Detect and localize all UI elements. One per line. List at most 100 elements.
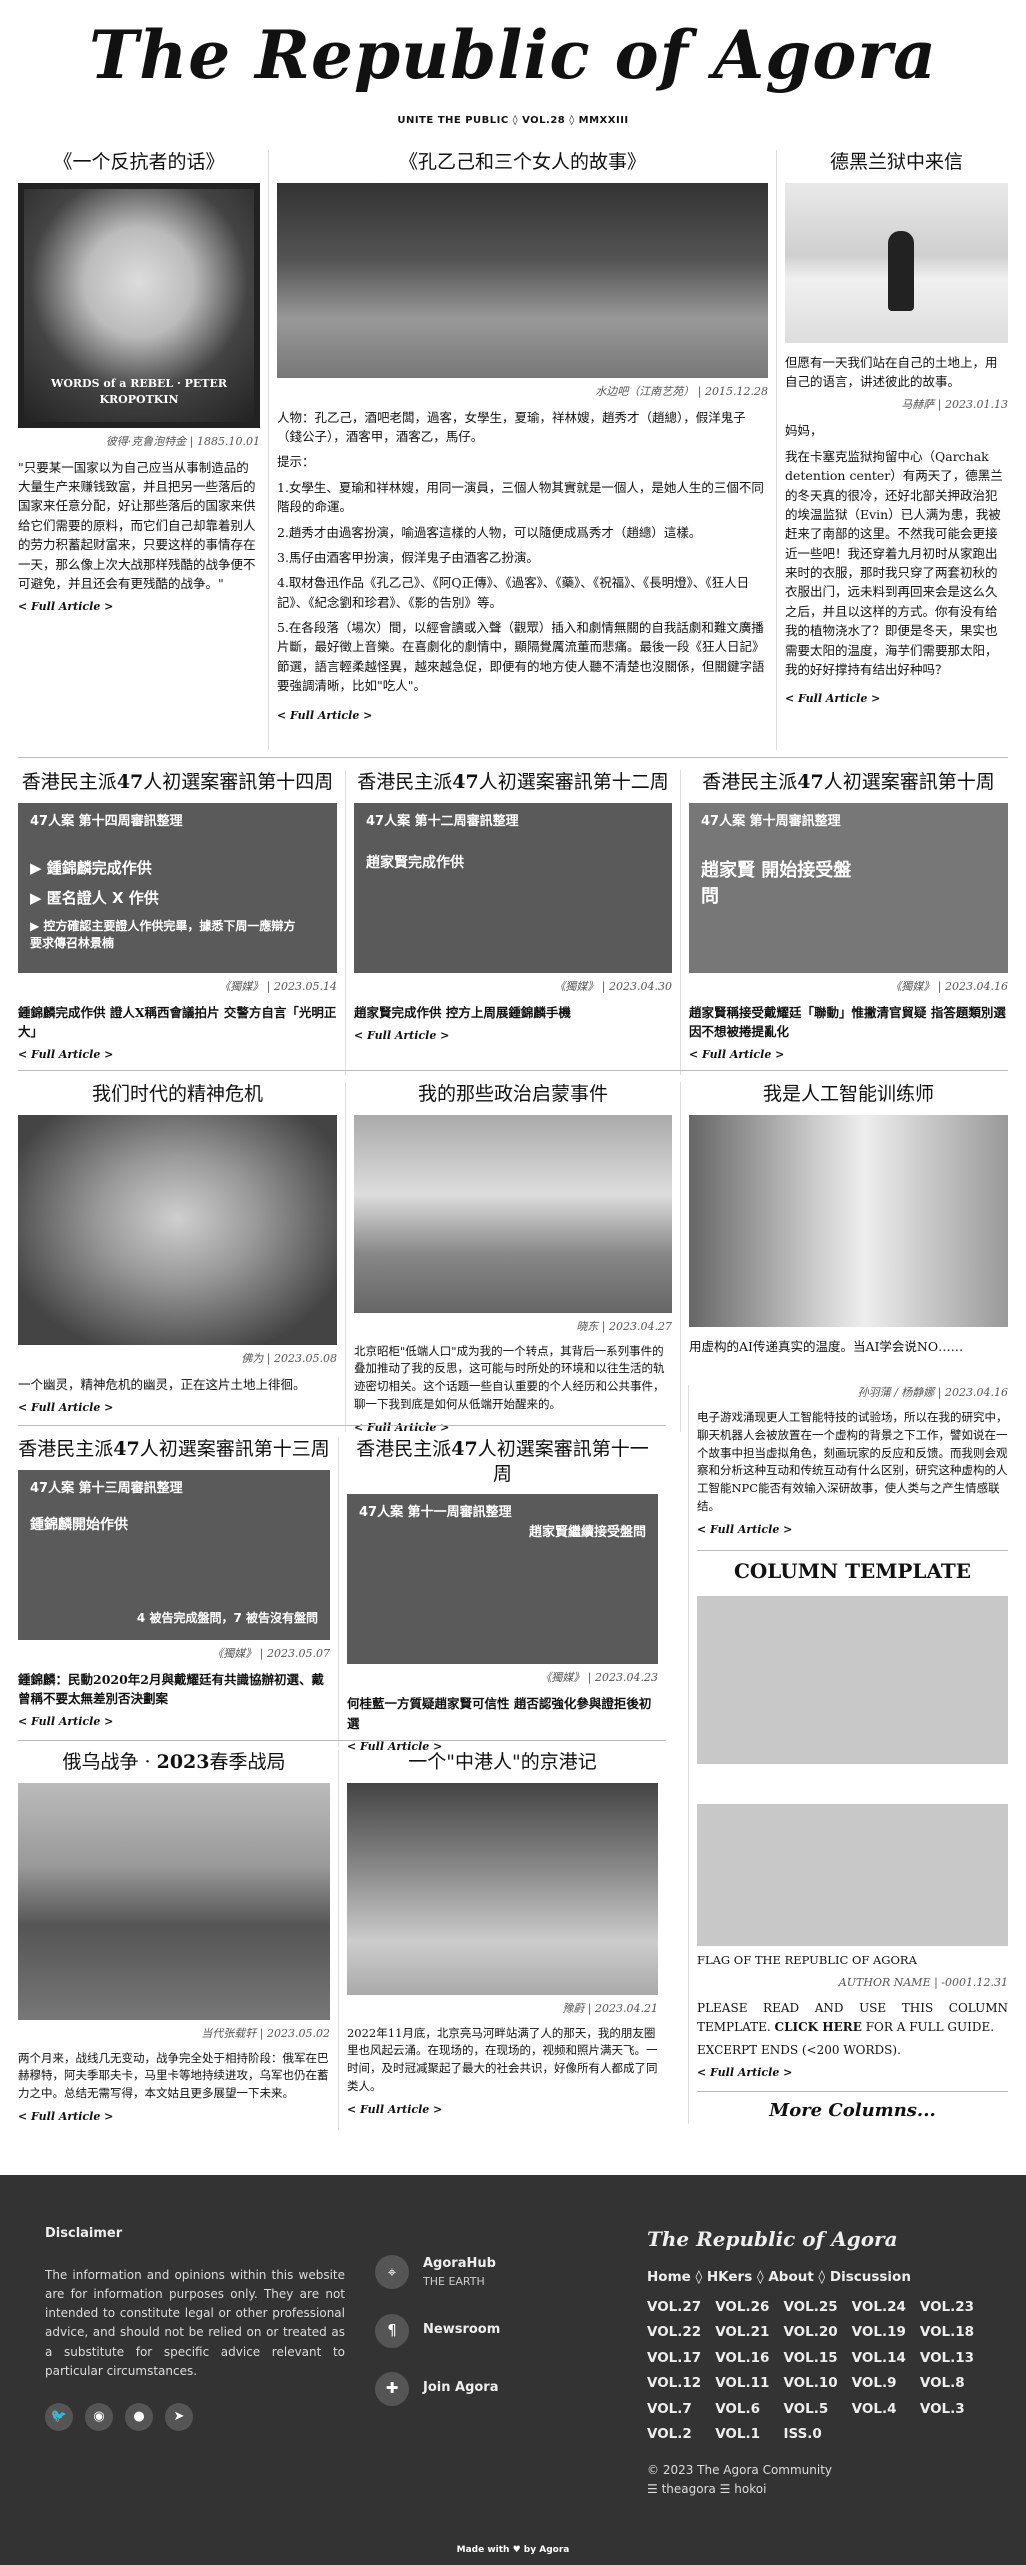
animals-illustration[interactable]: [354, 1114, 672, 1313]
volume-link[interactable]: ISS.0: [783, 2425, 837, 2445]
volume-link[interactable]: VOL.26: [715, 2298, 769, 2318]
nav-hkers[interactable]: HKers: [707, 2269, 752, 2285]
volume-link[interactable]: VOL.13: [920, 2349, 974, 2369]
puzzle-icon: ✚: [375, 2371, 409, 2406]
row-3: 我们时代的精神危机 佛为 | 2023.05.08 一个幽灵，精神危机的幽灵，正…: [10, 1082, 1016, 1434]
article-paragraph: 人物：孔乙己，酒吧老闆，過客，女學生，夏瑜，祥林嫂，趙秀才（趙總），假洋鬼子（錢…: [277, 409, 746, 444]
nav-about[interactable]: About: [768, 2269, 813, 2285]
github-icon[interactable]: ◉: [85, 2402, 113, 2431]
article-title[interactable]: 我们时代的精神危机: [18, 1082, 337, 1107]
volume-link[interactable]: VOL.12: [647, 2374, 701, 2394]
article-title[interactable]: 德黑兰狱中来信: [785, 150, 1008, 175]
article-paragraph: 5.在各段落（場次）間，以經會讀或入聲（觀眾）插入和劇情無關的自我話劇和難文廣播…: [277, 620, 765, 694]
join-agora-link[interactable]: ✚ Join Agora: [375, 2371, 595, 2406]
full-article-link[interactable]: < Full Article >: [689, 1047, 784, 1063]
slide-image[interactable]: 47人案 第十一周審訊整理 趙家賢繼續接受盤問: [346, 1494, 658, 1665]
slide-image[interactable]: 47人案 第十三周審訊整理 鍾錦麟開始作供 4 被告完成盤問，7 被告沒有盤問: [18, 1469, 330, 1640]
article-title[interactable]: 《一个反抗者的话》: [18, 150, 260, 175]
article-47-week11: 香港民主派47人初選案審訊第十一周 47人案 第十一周審訊整理 趙家賢繼續接受盤…: [337, 1437, 666, 1753]
volume-link[interactable]: VOL.19: [852, 2323, 906, 2343]
volume-link[interactable]: VOL.6: [715, 2400, 769, 2420]
volume-link[interactable]: VOL.9: [852, 2374, 906, 2394]
hall-photo[interactable]: [346, 1782, 658, 1995]
full-article-link[interactable]: < Full Article >: [785, 691, 880, 707]
article-title[interactable]: 《孔乙己和三个女人的故事》: [277, 150, 768, 175]
slide-image[interactable]: 47人案 第十周審訊整理 趙家賢 開始接受盤問: [689, 802, 1008, 973]
full-article-link[interactable]: < Full Article >: [18, 2109, 113, 2125]
article-paragraph: 2.趙秀才由過客扮演，喻過客這樣的人物，可以隨便成爲秀才（趙總）這樣。: [277, 524, 702, 540]
lab-photo[interactable]: [689, 1114, 1008, 1327]
war-photo[interactable]: [18, 1782, 330, 2020]
volume-link[interactable]: VOL.20: [783, 2323, 837, 2343]
volume-link[interactable]: VOL.2: [647, 2425, 701, 2445]
volume-link[interactable]: VOL.21: [715, 2323, 769, 2343]
telegram-icon[interactable]: ➤: [165, 2402, 193, 2431]
article-title[interactable]: 我是人工智能训练师: [689, 1082, 1008, 1107]
volume-link[interactable]: VOL.25: [783, 2298, 837, 2318]
column-template-title[interactable]: COLUMN TEMPLATE: [697, 1557, 1008, 1586]
more-columns-link[interactable]: More Columns...: [697, 2098, 1008, 2124]
footer-brand[interactable]: The Republic of Agora: [647, 2225, 992, 2254]
twitter-icon[interactable]: 🐦: [45, 2402, 73, 2431]
newsroom-link[interactable]: ¶ Newsroom: [375, 2313, 595, 2348]
volume-link[interactable]: VOL.11: [715, 2374, 769, 2394]
volume-link[interactable]: VOL.16: [715, 2349, 769, 2369]
link-sub: THE EARTH: [423, 2274, 485, 2288]
volume-link[interactable]: VOL.10: [783, 2374, 837, 2394]
full-article-link[interactable]: < Full Article >: [697, 2065, 792, 2081]
nav-discussion[interactable]: Discussion: [830, 2269, 911, 2285]
book-cover-image[interactable]: WORDS of a REBEL · PETER KROPOTKIN: [18, 182, 260, 428]
full-article-link[interactable]: < Full Article >: [354, 1028, 449, 1044]
slide-heading: 47人案 第十周審訊整理: [701, 813, 841, 829]
full-article-link[interactable]: < Full Article >: [354, 1420, 449, 1436]
volume-link[interactable]: VOL.15: [783, 2349, 837, 2369]
article-lead: 2022年11月底，北京亮马河畔站满了人的那天，我的朋友圈里也风起云涌。在现场的…: [346, 2025, 658, 2094]
article-paragraph: 1.女學生、夏瑜和祥林嫂，用同一演員，三個人物其實就是一個人，是她人生的三個不同…: [277, 479, 764, 515]
title-number: 47: [451, 1438, 478, 1460]
volume-link[interactable]: VOL.5: [783, 2400, 837, 2420]
full-article-link[interactable]: < Full Article >: [697, 1522, 792, 1538]
site-title[interactable]: The Republic of Agora: [0, 10, 1026, 100]
agorahub-link[interactable]: ⌖ AgoraHub THE EARTH: [375, 2255, 595, 2290]
reddit-icon[interactable]: ●: [125, 2402, 153, 2431]
volume-link[interactable]: VOL.24: [852, 2298, 906, 2318]
slide-image[interactable]: 47人案 第十二周審訊整理 趙家賢完成作供: [354, 802, 672, 973]
volume-link[interactable]: VOL.18: [920, 2323, 974, 2343]
slide-image[interactable]: 47人案 第十四周審訊整理 ▶ 鍾錦麟完成作供 ▶ 匿名證人 X 作供 ▶ 控方…: [18, 802, 337, 973]
full-article-link[interactable]: < Full Article >: [277, 708, 372, 724]
guide-link[interactable]: CLICK HERE: [775, 2020, 862, 2034]
volume-link[interactable]: VOL.14: [852, 2349, 906, 2369]
volume-link[interactable]: VOL.4: [852, 2400, 906, 2420]
title-number: 47: [452, 771, 479, 793]
nav-home[interactable]: Home: [647, 2269, 691, 2285]
snow-photo[interactable]: [785, 182, 1008, 343]
stage-photo[interactable]: [277, 182, 768, 378]
volume-link[interactable]: VOL.8: [920, 2374, 974, 2394]
full-article-link[interactable]: < Full Article >: [18, 1714, 113, 1730]
full-article-link[interactable]: < Full Article >: [18, 1400, 113, 1416]
volume-link[interactable]: VOL.27: [647, 2298, 701, 2318]
volume-link[interactable]: VOL.17: [647, 2349, 701, 2369]
full-article-link[interactable]: < Full Article >: [18, 1047, 113, 1063]
full-article-link[interactable]: < Full Article >: [18, 599, 113, 615]
volume-link[interactable]: VOL.3: [920, 2400, 974, 2420]
row-2: 香港民主派47人初選案審訊第十四周 47人案 第十四周審訊整理 ▶ 鍾錦麟完成作…: [10, 770, 1016, 1075]
volume-link[interactable]: VOL.23: [920, 2298, 974, 2318]
title-part: 俄乌战争 ·: [62, 1751, 157, 1773]
volume-link[interactable]: VOL.22: [647, 2323, 701, 2343]
slide-subheading: 趙家賢 開始接受盤問: [701, 859, 852, 907]
title-part: 香港民主派: [356, 1438, 452, 1460]
flag-image[interactable]: [697, 1595, 1008, 1946]
volume-link[interactable]: VOL.1: [715, 2425, 769, 2445]
article-title[interactable]: 我的那些政治启蒙事件: [354, 1082, 672, 1107]
footer-handles[interactable]: ☰ theagora ☰ hokoi: [647, 2480, 992, 2499]
lion-illustration[interactable]: [18, 1114, 337, 1345]
article-title[interactable]: 一个"中港人"的京港记: [347, 1750, 658, 1775]
article-lead: 用虚构的AI传递真实的温度。当AI学会说NO……: [689, 1338, 964, 1354]
article-lead: 鍾錦麟完成作供 證人X稱西會議拍片 交警方自言「光明正大」: [18, 1004, 337, 1039]
article-beijing-hk: 一个"中港人"的京港记 豫蔚 | 2023.04.21 2022年11月底，北京…: [337, 1750, 666, 2130]
full-article-link[interactable]: < Full Article >: [347, 2102, 442, 2118]
copyright: © 2023 The Agora Community: [647, 2462, 833, 2477]
slide-footer: 4 被告完成盤問，7 被告沒有盤問: [136, 1611, 318, 1626]
volume-link[interactable]: VOL.7: [647, 2400, 701, 2420]
